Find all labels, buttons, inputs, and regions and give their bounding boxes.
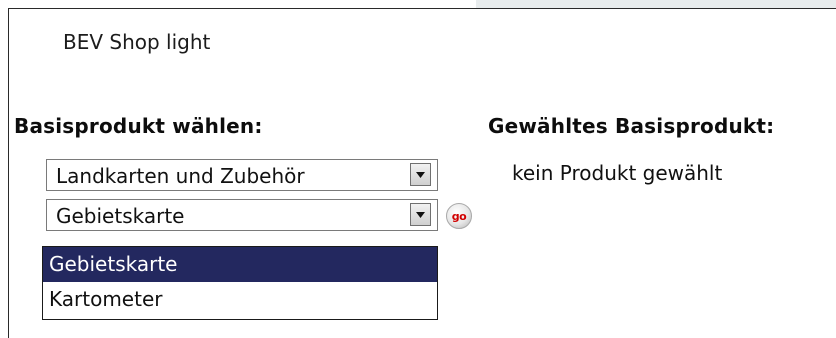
dropdown-option-gebietskarte[interactable]: Gebietskarte [43,247,437,282]
dropdown-option-kartometer[interactable]: Kartometer [43,282,437,317]
go-button[interactable]: go [446,203,472,229]
product-select-arrow[interactable] [410,203,431,226]
chevron-down-icon [416,171,425,178]
top-background-strip [476,0,836,8]
selected-product-heading: Gewähltes Basisprodukt: [488,114,775,138]
shop-title: BEV Shop light [63,30,211,54]
product-select[interactable]: Gebietskarte [46,199,438,231]
product-select-value: Gebietskarte [56,204,185,228]
category-select-arrow[interactable] [410,163,431,186]
selected-product-value: kein Produkt gewählt [512,161,723,185]
base-product-heading: Basisprodukt wählen: [14,114,263,138]
category-select[interactable]: Landkarten und Zubehör [46,159,438,191]
category-select-value: Landkarten und Zubehör [56,164,305,188]
product-dropdown-list: Gebietskarte Kartometer [42,246,438,320]
chevron-down-icon [416,211,425,218]
